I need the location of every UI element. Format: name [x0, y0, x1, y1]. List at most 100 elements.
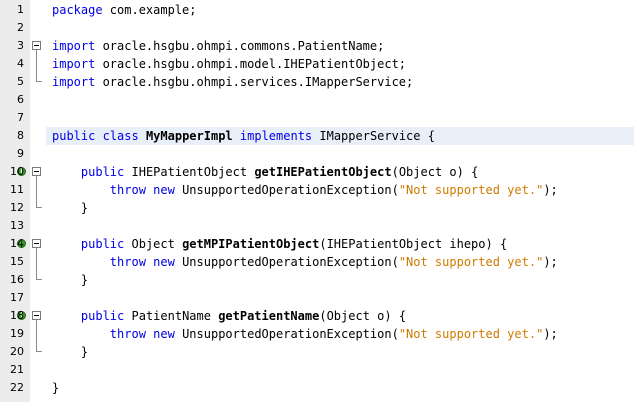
line-number: 20	[10, 345, 24, 358]
code-line[interactable]: package com.example;	[46, 1, 634, 19]
line-number: 7	[17, 111, 24, 124]
code-line[interactable]: }	[46, 343, 634, 361]
code-token: oracle.hsgbu.ohmpi.model.IHEPatientObjec…	[95, 57, 407, 71]
code-line[interactable]	[46, 19, 634, 37]
fold-marker	[30, 19, 46, 37]
fold-collapse-icon[interactable]	[32, 311, 41, 320]
fold-line	[36, 55, 37, 73]
gutter-line: 1	[0, 1, 30, 19]
fold-marker	[30, 271, 46, 289]
code-token: PatientName	[124, 309, 219, 323]
code-line[interactable]: import oracle.hsgbu.ohmpi.commons.Patien…	[46, 37, 634, 55]
code-line[interactable]: public Object getMPIPatientObject(IHEPat…	[46, 235, 634, 253]
code-line[interactable]	[46, 109, 634, 127]
fold-end-marker	[36, 271, 42, 280]
line-number: 5	[17, 75, 24, 88]
fold-end-marker	[36, 199, 42, 208]
code-line[interactable]: public PatientName getPatientName(Object…	[46, 307, 634, 325]
code-token: );	[543, 183, 558, 197]
keyword-token: import	[52, 75, 96, 89]
fold-marker	[30, 181, 46, 199]
fold-marker	[30, 91, 46, 109]
code-token: (Object o) {	[391, 165, 479, 179]
code-token: IMapperService {	[312, 129, 435, 143]
current-code-line[interactable]: public class MyMapperImpl implements IMa…	[46, 127, 634, 145]
gutter-line: 22	[0, 379, 30, 397]
code-line[interactable]: throw new UnsupportedOperationException(…	[46, 181, 634, 199]
code-token: );	[543, 255, 558, 269]
gutter-line: I 10	[0, 163, 30, 181]
line-number: 1	[17, 3, 24, 16]
gutter-line: 6	[0, 91, 30, 109]
line-number: 19	[10, 327, 24, 340]
fold-gutter	[30, 0, 46, 402]
line-number: 2	[17, 21, 24, 34]
fold-marker	[30, 199, 46, 217]
code-line[interactable]	[46, 361, 634, 379]
fold-marker	[30, 379, 46, 397]
code-token: }	[52, 381, 60, 395]
keyword-token: public	[80, 165, 125, 179]
fold-marker[interactable]	[30, 37, 46, 55]
string-token: "Not supported yet."	[398, 255, 544, 269]
fold-marker	[30, 343, 46, 361]
gutter-line: 2	[0, 19, 30, 37]
keyword-token: import	[52, 57, 96, 71]
code-line[interactable]: }	[46, 199, 634, 217]
gutter-line: 15	[0, 253, 30, 271]
fold-marker	[30, 1, 46, 19]
identifier-token: getIHEPatientObject	[254, 165, 392, 179]
code-line[interactable]: }	[46, 379, 634, 397]
line-number-gutter: 1 2 3 4 5 6 7 8 9 I 10 11 12 13 I 14 15 16 17 I 18 19 20 21 22	[0, 0, 31, 402]
keyword-token: public	[80, 237, 125, 251]
gutter-line: 21	[0, 361, 30, 379]
string-token: "Not supported yet."	[398, 327, 544, 341]
fold-marker	[30, 127, 46, 145]
code-line[interactable]: public IHEPatientObject getIHEPatientObj…	[46, 163, 634, 181]
identifier-token: MyMapperImpl	[145, 129, 233, 143]
code-line[interactable]	[46, 289, 634, 307]
fold-marker	[30, 217, 46, 235]
code-text-area[interactable]: package com.example; import oracle.hsgbu.…	[46, 0, 634, 402]
code-line[interactable]	[46, 217, 634, 235]
fold-collapse-icon[interactable]	[32, 41, 41, 50]
line-number: 6	[17, 93, 24, 106]
code-line[interactable]: throw new UnsupportedOperationException(…	[46, 253, 634, 271]
string-token: "Not supported yet."	[398, 183, 544, 197]
gutter-line: 13	[0, 217, 30, 235]
fold-marker	[30, 289, 46, 307]
fold-collapse-icon[interactable]	[32, 167, 41, 176]
line-number: 15	[10, 255, 24, 268]
code-line[interactable]	[46, 145, 634, 163]
keyword-token: new	[153, 255, 175, 269]
code-line[interactable]: throw new UnsupportedOperationException(…	[46, 325, 634, 343]
keyword-token: public	[52, 129, 96, 143]
gutter-line: I 18	[0, 307, 30, 325]
line-number: 22	[10, 381, 24, 394]
fold-marker[interactable]	[30, 163, 46, 181]
code-token: }	[52, 345, 89, 359]
code-token: (Object o) {	[319, 309, 407, 323]
fold-marker[interactable]	[30, 235, 46, 253]
fold-line	[36, 181, 37, 199]
code-line[interactable]: import oracle.hsgbu.ohmpi.model.IHEPatie…	[46, 55, 634, 73]
code-line[interactable]: import oracle.hsgbu.ohmpi.services.IMapp…	[46, 73, 634, 91]
line-number: 16	[10, 273, 24, 286]
code-token: }	[52, 273, 89, 287]
code-editor[interactable]: 1 2 3 4 5 6 7 8 9 I 10 11 12 13 I 14 15 16 17 I 18 19 20 21 22 p…	[0, 0, 634, 402]
code-line[interactable]: }	[46, 271, 634, 289]
code-token: UnsupportedOperationException(	[174, 183, 399, 197]
fold-collapse-icon[interactable]	[32, 239, 41, 248]
keyword-token: new	[153, 183, 175, 197]
fold-marker[interactable]	[30, 307, 46, 325]
keyword-token: import	[52, 39, 96, 53]
keyword-token: throw	[109, 183, 146, 197]
code-line[interactable]	[46, 91, 634, 109]
fold-line	[36, 325, 37, 343]
